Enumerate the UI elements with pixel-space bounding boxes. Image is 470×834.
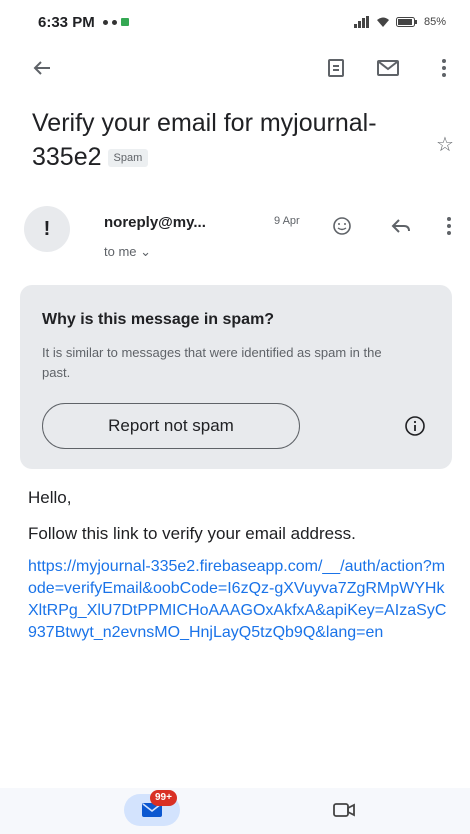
mark-unread-button[interactable] xyxy=(374,54,402,82)
star-button[interactable]: ☆ xyxy=(436,132,454,157)
notification-icons xyxy=(102,18,129,26)
spam-notice-card: Why is this message in spam? It is simil… xyxy=(20,285,452,469)
spam-notice-description: It is similar to messages that were iden… xyxy=(42,345,382,380)
message-subject: Verify your email for myjournal-335e2 Spa… xyxy=(32,106,412,174)
message-date: 9 Apr xyxy=(274,215,300,227)
verify-email-link[interactable]: https://myjournal-335e2.firebaseapp.com/… xyxy=(28,556,448,644)
reply-button[interactable] xyxy=(388,214,414,238)
spam-label-badge[interactable]: Spam xyxy=(107,149,149,168)
message-toolbar xyxy=(0,44,470,92)
report-not-spam-button[interactable]: Report not spam xyxy=(42,403,300,449)
meet-tab[interactable] xyxy=(330,798,358,822)
more-options-button[interactable] xyxy=(430,54,458,82)
bottom-navigation: 99+ xyxy=(0,788,470,834)
recipient-details[interactable]: to me ⌄ xyxy=(104,244,151,260)
message-more-button[interactable] xyxy=(440,214,458,238)
sender-name[interactable]: noreply@my... xyxy=(104,214,206,231)
spam-info-button[interactable] xyxy=(402,413,428,439)
subject-text: Verify your email for myjournal-335e2 xyxy=(32,109,377,171)
archive-button[interactable] xyxy=(322,54,350,82)
mark-unread-icon xyxy=(377,60,399,76)
archive-icon xyxy=(328,59,344,77)
sender-avatar[interactable]: ! xyxy=(24,206,70,252)
battery-percent: 85% xyxy=(423,16,446,28)
star-icon: ☆ xyxy=(436,134,454,156)
video-camera-icon xyxy=(333,803,355,817)
emoji-icon xyxy=(333,217,351,235)
battery-icon xyxy=(395,17,417,27)
signal-icon xyxy=(353,16,369,28)
notification-dot-icon xyxy=(102,19,108,25)
more-vert-icon xyxy=(442,59,446,77)
status-right: 85% xyxy=(353,16,446,28)
add-reaction-button[interactable] xyxy=(330,214,354,238)
message-body: Hello, Follow this link to verify your e… xyxy=(28,486,448,644)
instruction-text: Follow this link to verify your email ad… xyxy=(28,524,356,543)
reply-icon xyxy=(391,219,410,233)
wifi-icon xyxy=(376,17,389,27)
app-notification-icon xyxy=(120,18,129,26)
chevron-down-icon: ⌄ xyxy=(140,244,152,259)
back-arrow-icon xyxy=(33,61,50,75)
avatar-glyph: ! xyxy=(43,217,51,240)
mail-unread-count-badge: 99+ xyxy=(150,790,177,806)
notification-dot-icon xyxy=(111,19,117,25)
status-time: 6:33 PM xyxy=(38,13,95,31)
greeting-text: Hello, xyxy=(28,488,72,507)
back-button[interactable] xyxy=(28,54,56,82)
more-vert-icon xyxy=(447,217,451,235)
info-icon xyxy=(405,416,425,436)
recipient-text: to me xyxy=(104,244,137,259)
status-bar: 6:33 PM 85% xyxy=(0,0,470,44)
spam-notice-title: Why is this message in spam? xyxy=(42,311,275,328)
